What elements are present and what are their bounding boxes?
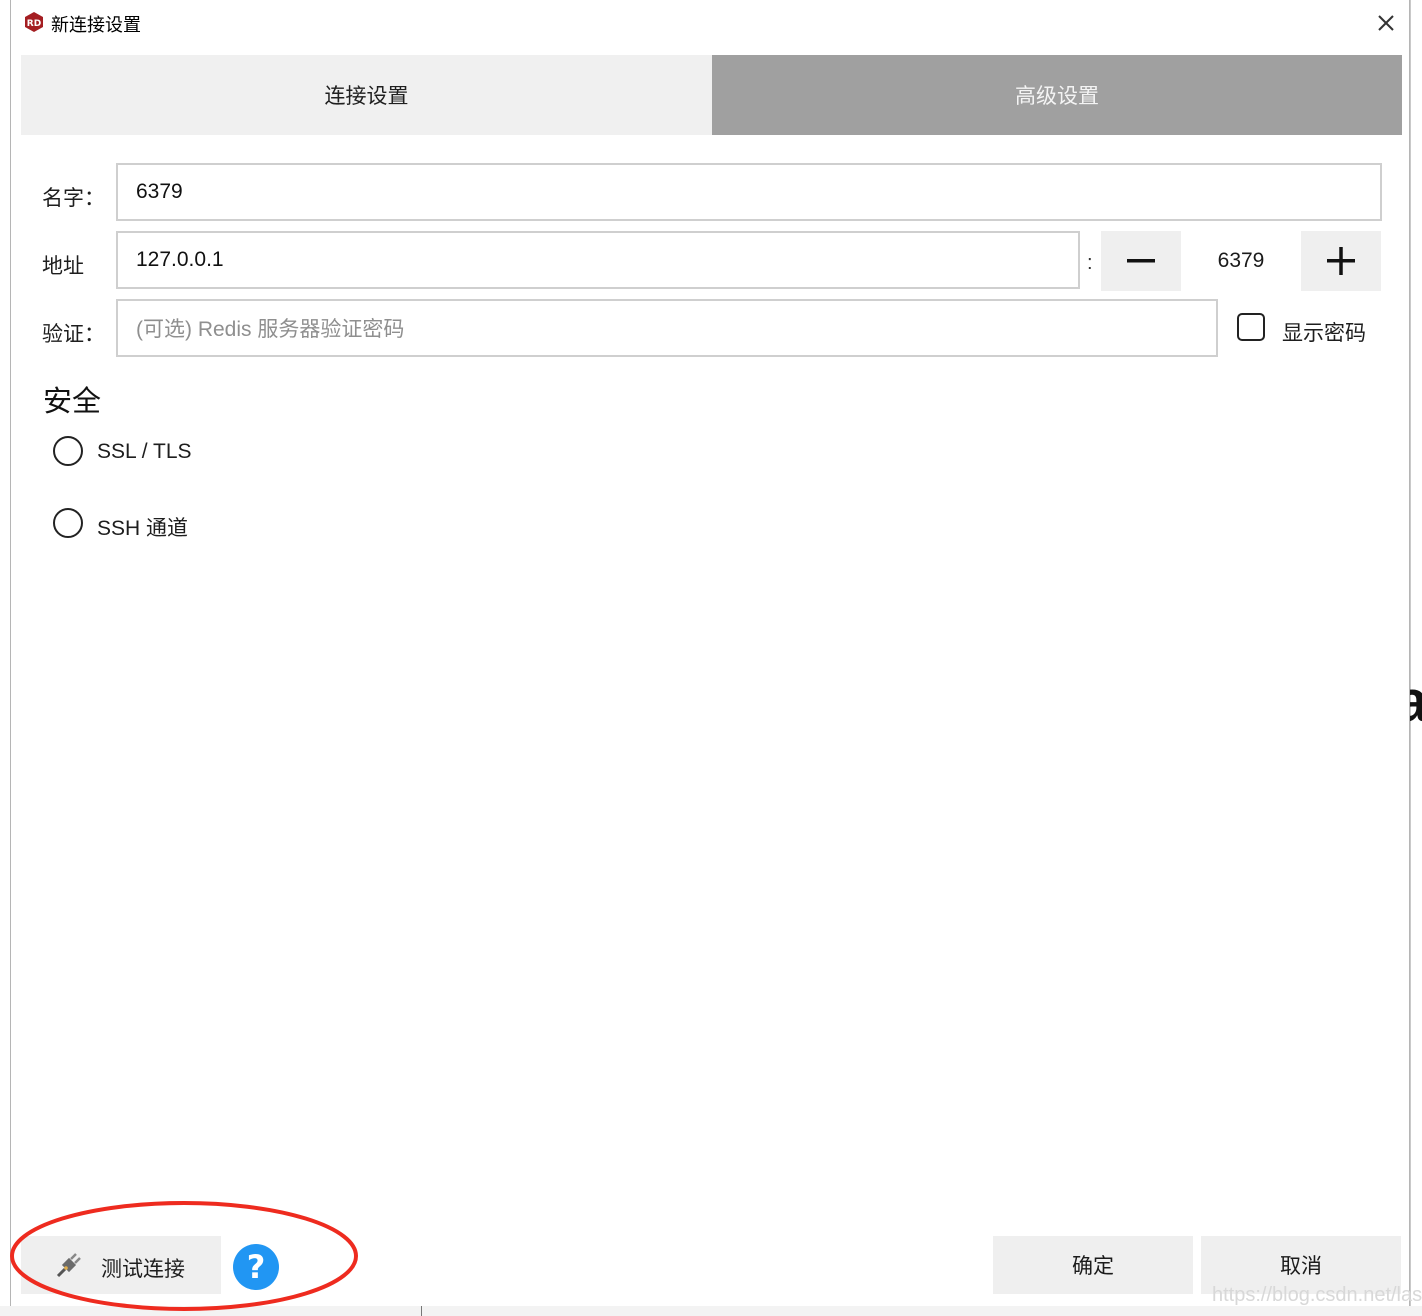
background-window-edge — [1410, 0, 1422, 1316]
ok-button[interactable]: 确定 — [993, 1236, 1193, 1294]
tab-advanced-settings[interactable]: 高级设置 — [712, 55, 1402, 135]
port-input[interactable]: 6379 — [1181, 231, 1301, 291]
watermark-text: https://blog.csdn.net/lass53 — [1212, 1284, 1422, 1306]
tab-connection-settings[interactable]: 连接设置 — [21, 55, 712, 135]
port-separator: : — [1087, 252, 1093, 274]
title-bar: RD 新连接设置 — [11, 0, 1411, 44]
ssh-tunnel-radio[interactable] — [53, 508, 83, 538]
minus-icon — [1127, 259, 1155, 263]
port-stepper: 6379 — [1101, 231, 1381, 291]
new-connection-dialog: RD 新连接设置 连接设置 高级设置 名字： 6379 地址 127.0.0.1… — [10, 0, 1410, 1306]
security-section-title: 安全 — [43, 386, 102, 418]
window-title: 新连接设置 — [51, 15, 141, 35]
plus-icon — [1327, 247, 1355, 275]
address-label: 地址 — [42, 255, 84, 278]
close-icon[interactable] — [1369, 6, 1403, 40]
annotation-ellipse — [10, 1201, 358, 1311]
show-password-checkbox[interactable] — [1237, 313, 1265, 341]
auth-password-input[interactable]: (可选) Redis 服务器验证密码 — [116, 299, 1218, 357]
port-increment-button[interactable] — [1301, 231, 1381, 291]
ssl-tls-radio[interactable] — [53, 436, 83, 466]
settings-tabs: 连接设置 高级设置 — [21, 55, 1402, 135]
redis-app-icon: RD — [25, 12, 43, 32]
svg-text:RD: RD — [27, 19, 41, 29]
background-divider — [421, 1306, 422, 1316]
ssh-tunnel-label: SSH 通道 — [97, 517, 189, 540]
name-label: 名字： — [42, 187, 105, 210]
name-input[interactable]: 6379 — [116, 163, 1382, 221]
address-input[interactable]: 127.0.0.1 — [116, 231, 1080, 289]
auth-label: 验证： — [42, 323, 105, 346]
port-decrement-button[interactable] — [1101, 231, 1181, 291]
show-password-label: 显示密码 — [1282, 322, 1366, 345]
ssl-tls-label: SSL / TLS — [97, 440, 192, 463]
